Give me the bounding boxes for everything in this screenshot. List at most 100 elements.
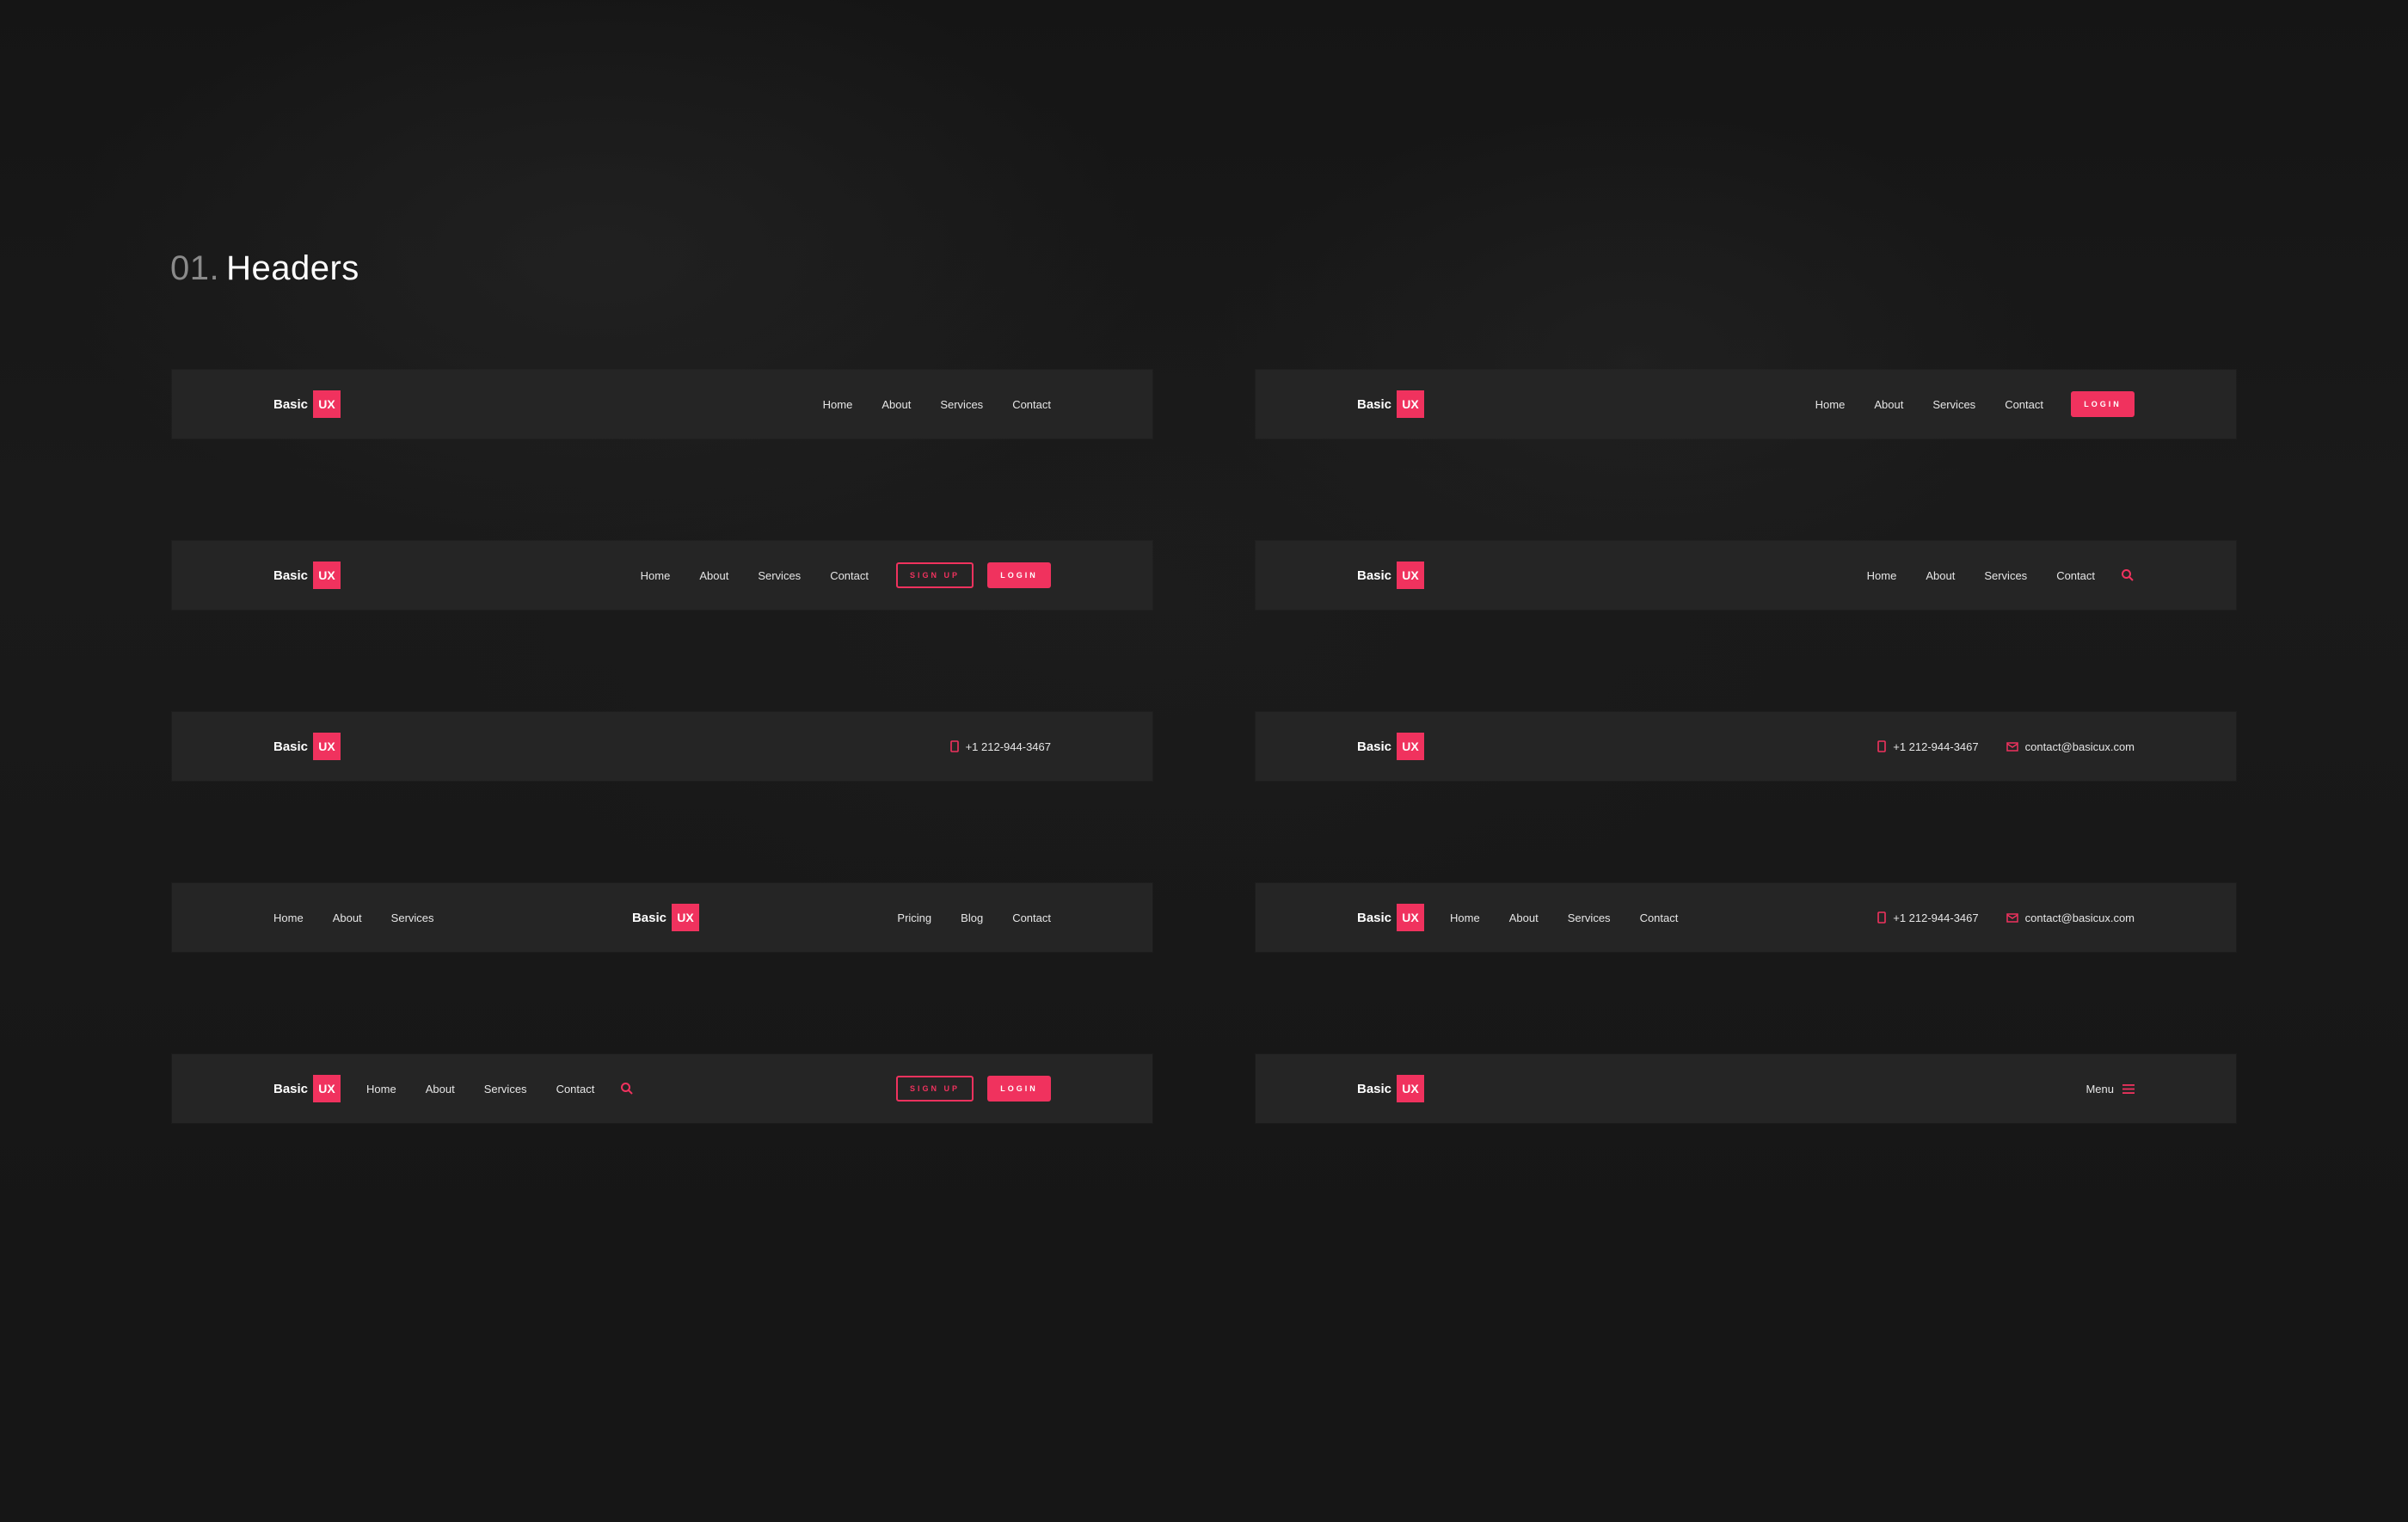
nav-services[interactable]: Services	[758, 569, 801, 582]
logo-badge: UX	[1397, 1075, 1425, 1102]
logo-badge: UX	[1397, 390, 1425, 418]
nav-services[interactable]: Services	[391, 911, 434, 924]
nav-home[interactable]: Home	[823, 398, 853, 411]
nav-contact[interactable]: Contact	[1012, 398, 1051, 411]
nav-contact[interactable]: Contact	[2056, 569, 2095, 582]
nav-menu: Home About Services Contact	[823, 398, 1051, 411]
search-icon[interactable]	[2121, 568, 2135, 582]
nav-about[interactable]: About	[1926, 569, 1955, 582]
logo[interactable]: Basic UX	[1357, 733, 1425, 760]
nav-contact[interactable]: Contact	[1640, 911, 1679, 924]
hamburger-icon	[2122, 1083, 2135, 1094]
phone-icon	[949, 740, 959, 752]
nav-home[interactable]: Home	[641, 569, 671, 582]
section-title: Headers	[226, 249, 359, 287]
section-number: 01.	[170, 249, 220, 287]
phone-icon	[1877, 740, 1887, 752]
nav-pricing[interactable]: Pricing	[897, 911, 931, 924]
nav-contact[interactable]: Contact	[1012, 911, 1051, 924]
email-contact[interactable]: contact@basicux.com	[2006, 911, 2135, 924]
logo-text: Basic	[273, 396, 309, 412]
logo-badge: UX	[313, 390, 341, 418]
nav-menu-right: Pricing Blog Contact	[897, 911, 1051, 924]
nav-home[interactable]: Home	[1867, 569, 1897, 582]
nav-contact[interactable]: Contact	[2005, 398, 2043, 411]
nav-home[interactable]: Home	[366, 1083, 396, 1095]
signup-button[interactable]: SIGN UP	[896, 562, 974, 588]
nav-about[interactable]: About	[882, 398, 911, 411]
logo-badge: UX	[313, 733, 341, 760]
logo[interactable]: Basic UX	[273, 1075, 341, 1102]
nav-menu: Home About Services Contact	[1424, 911, 1678, 924]
logo-badge: UX	[313, 562, 341, 589]
logo-text: Basic	[631, 910, 666, 925]
nav-about[interactable]: About	[333, 911, 362, 924]
header-variant-5: Basic UX +1 212-944-3467	[172, 712, 1152, 781]
logo-badge: UX	[313, 1075, 341, 1102]
phone-number: +1 212-944-3467	[1893, 740, 1979, 753]
nav-menu: Home About Services Contact	[1815, 398, 2043, 411]
logo-badge: UX	[1397, 904, 1425, 931]
login-button[interactable]: LOGIN	[987, 562, 1051, 588]
email-address: contact@basicux.com	[2024, 911, 2135, 924]
logo[interactable]: Basic UX	[273, 562, 341, 589]
nav-about[interactable]: About	[699, 569, 728, 582]
login-button[interactable]: LOGIN	[2071, 391, 2135, 417]
phone-number: +1 212-944-3467	[965, 740, 1051, 753]
logo-text: Basic	[273, 739, 309, 754]
logo[interactable]: Basic UX	[632, 904, 699, 931]
email-contact[interactable]: contact@basicux.com	[2006, 740, 2135, 753]
page-title: 01. Headers	[170, 249, 359, 288]
logo[interactable]: Basic UX	[273, 390, 341, 418]
header-variant-6: Basic UX +1 212-944-3467 contact@basicux…	[1256, 712, 2236, 781]
nav-contact[interactable]: Contact	[556, 1083, 595, 1095]
nav-home[interactable]: Home	[1815, 398, 1846, 411]
phone-contact[interactable]: +1 212-944-3467	[949, 740, 1051, 753]
nav-about[interactable]: About	[426, 1083, 455, 1095]
logo-text: Basic	[1357, 910, 1392, 925]
header-variant-10: Basic UX Menu	[1256, 1054, 2236, 1123]
mail-icon	[2006, 912, 2018, 923]
nav-services[interactable]: Services	[940, 398, 983, 411]
phone-contact[interactable]: +1 212-944-3467	[1877, 740, 1979, 753]
logo[interactable]: Basic UX	[1357, 1075, 1425, 1102]
header-variant-1: Basic UX Home About Services Contact	[172, 370, 1152, 439]
phone-contact[interactable]: +1 212-944-3467	[1877, 911, 1979, 924]
logo-badge: UX	[1397, 562, 1425, 589]
header-variant-7: Home About Services Basic UX Pricing Blo…	[172, 883, 1152, 952]
nav-services[interactable]: Services	[1984, 569, 2027, 582]
logo-badge: UX	[671, 904, 699, 931]
nav-menu: Home About Services Contact	[341, 1083, 594, 1095]
logo-text: Basic	[1357, 1081, 1392, 1096]
menu-toggle[interactable]: Menu	[2086, 1083, 2135, 1095]
logo[interactable]: Basic UX	[1357, 390, 1425, 418]
signup-button[interactable]: SIGN UP	[896, 1076, 974, 1102]
header-variant-9: Basic UX Home About Services Contact SIG…	[172, 1054, 1152, 1123]
phone-number: +1 212-944-3467	[1893, 911, 1979, 924]
nav-about[interactable]: About	[1874, 398, 1903, 411]
logo-text: Basic	[1357, 739, 1392, 754]
email-address: contact@basicux.com	[2024, 740, 2135, 753]
logo-text: Basic	[1357, 568, 1392, 583]
header-variant-8: Basic UX Home About Services Contact +1 …	[1256, 883, 2236, 952]
nav-services[interactable]: Services	[1932, 398, 1975, 411]
header-variant-2: Basic UX Home About Services Contact LOG…	[1256, 370, 2236, 439]
logo[interactable]: Basic UX	[1357, 562, 1425, 589]
nav-services[interactable]: Services	[484, 1083, 527, 1095]
logo-text: Basic	[273, 568, 309, 583]
search-icon[interactable]	[620, 1082, 634, 1095]
login-button[interactable]: LOGIN	[987, 1076, 1051, 1102]
nav-home[interactable]: Home	[1450, 911, 1480, 924]
nav-about[interactable]: About	[1509, 911, 1539, 924]
logo-badge: UX	[1397, 733, 1425, 760]
nav-home[interactable]: Home	[273, 911, 304, 924]
nav-contact[interactable]: Contact	[830, 569, 869, 582]
logo-text: Basic	[273, 1081, 309, 1096]
header-variant-3: Basic UX Home About Services Contact SIG…	[172, 541, 1152, 610]
nav-services[interactable]: Services	[1568, 911, 1611, 924]
nav-menu: Home About Services Contact	[641, 569, 869, 582]
logo[interactable]: Basic UX	[273, 733, 341, 760]
nav-menu-left: Home About Services	[273, 911, 434, 924]
logo[interactable]: Basic UX	[1357, 904, 1425, 931]
nav-blog[interactable]: Blog	[961, 911, 983, 924]
